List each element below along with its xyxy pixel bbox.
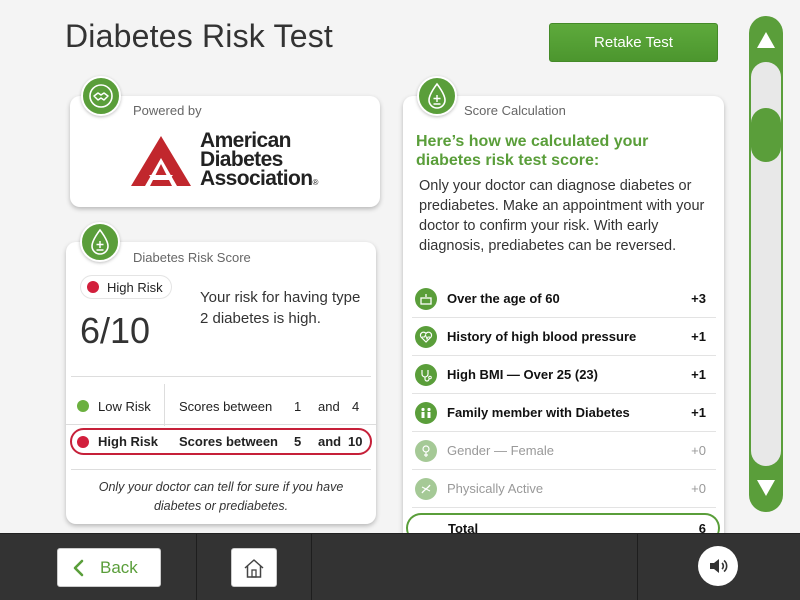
handshake-badge	[81, 76, 121, 116]
ada-logo: American Diabetes Association®	[128, 129, 328, 190]
factor-points: +3	[691, 291, 706, 306]
factor-points: +1	[691, 367, 706, 382]
risk-score-value: 6/10	[80, 310, 151, 351]
risk-score-caption: Diabetes Risk Score	[133, 250, 251, 265]
blood-drop-icon	[91, 228, 109, 255]
sound-button[interactable]	[698, 546, 738, 586]
factor-label: History of high blood pressure	[447, 329, 637, 344]
divider	[71, 376, 371, 377]
factor-label: High BMI — Over 25 (23)	[447, 367, 598, 382]
high-risk-dot	[77, 435, 89, 448]
score-calculation-badge	[417, 76, 457, 116]
scrollbar[interactable]	[749, 16, 783, 512]
stethoscope-icon	[415, 363, 437, 386]
divider	[637, 534, 638, 600]
scroll-thumb[interactable]	[751, 108, 781, 162]
low-risk-dot	[77, 400, 89, 412]
factor-row: Family member with Diabetes +1	[412, 394, 716, 432]
score-calculation-card: Score Calculation Here’s how we calculat…	[403, 96, 724, 546]
chevron-left-icon	[72, 559, 84, 577]
risk-score-badge	[80, 222, 120, 262]
home-icon	[244, 558, 264, 578]
score-calculation-body: Only your doctor can diagnose diabetes o…	[419, 178, 705, 254]
scroll-up-button[interactable]	[749, 18, 783, 62]
score-calculation-caption: Score Calculation	[464, 103, 566, 118]
range-max: 4	[352, 398, 360, 414]
gender-icon	[415, 439, 437, 462]
range-and: and	[318, 434, 342, 449]
heart-pulse-icon	[415, 325, 437, 348]
factor-points: +1	[691, 405, 706, 420]
handshake-icon	[89, 84, 113, 108]
risk-score-card: Diabetes Risk Score High Risk 6/10 Your …	[66, 242, 376, 524]
powered-by-card: Powered by American Diabetes Association…	[70, 96, 380, 207]
speaker-icon	[710, 559, 728, 573]
birthday-cake-icon	[415, 287, 437, 310]
factor-row: Physically Active +0	[412, 470, 716, 508]
page-title: Diabetes Risk Test	[65, 18, 334, 54]
factor-label: Physically Active	[447, 481, 544, 496]
range-scores-text: Scores between	[179, 434, 278, 449]
range-label: Low Risk	[98, 398, 151, 414]
back-button[interactable]: Back	[57, 548, 161, 587]
blood-drop-icon	[428, 82, 446, 109]
range-scores-text: Scores between	[179, 398, 273, 414]
score-calculation-heading: Here’s how we calculated your diabetes r…	[416, 133, 649, 169]
family-icon	[415, 401, 437, 424]
divider	[196, 534, 197, 600]
factor-points: +0	[691, 443, 706, 458]
range-min: 5	[294, 434, 302, 449]
factor-points: +0	[691, 481, 706, 496]
ada-wordmark: American Diabetes Association®	[200, 129, 318, 190]
range-row-low: Low Risk Scores between 1 and 4	[70, 392, 372, 420]
risk-note: Only your doctor can tell for sure if yo…	[98, 480, 344, 513]
home-button[interactable]	[231, 548, 277, 587]
range-row-high: High Risk Scores between 5 and 10	[70, 428, 372, 455]
risk-message: Your risk for having type 2 diabetes is …	[200, 289, 361, 327]
arrow-down-icon	[757, 480, 775, 496]
scroll-down-button[interactable]	[749, 466, 783, 510]
risk-level-badge: High Risk	[81, 276, 171, 298]
factor-points: +1	[691, 329, 706, 344]
factor-row: Gender — Female +0	[412, 432, 716, 470]
factor-label: Gender — Female	[447, 443, 554, 458]
activity-icon	[415, 477, 437, 500]
factor-label: Family member with Diabetes	[447, 405, 630, 420]
risk-level-label: High Risk	[107, 279, 163, 295]
range-and: and	[318, 398, 340, 414]
factor-row: Over the age of 60 +3	[412, 280, 716, 318]
range-min: 1	[294, 398, 302, 414]
factor-label: Over the age of 60	[447, 291, 560, 306]
divider	[66, 424, 376, 425]
powered-by-caption: Powered by	[133, 103, 202, 118]
divider	[71, 469, 371, 470]
range-label: High Risk	[98, 434, 158, 449]
ada-triangle-icon	[131, 136, 191, 186]
factor-row: History of high blood pressure +1	[412, 318, 716, 356]
range-max: 10	[348, 434, 363, 449]
factor-row: High BMI — Over 25 (23) +1	[412, 356, 716, 394]
high-risk-dot	[87, 281, 99, 293]
retake-test-button[interactable]: Retake Test	[549, 23, 718, 62]
arrow-up-icon	[757, 32, 775, 48]
back-label: Back	[100, 557, 138, 577]
bottom-nav-bar: Back	[0, 533, 800, 600]
divider	[311, 534, 312, 600]
